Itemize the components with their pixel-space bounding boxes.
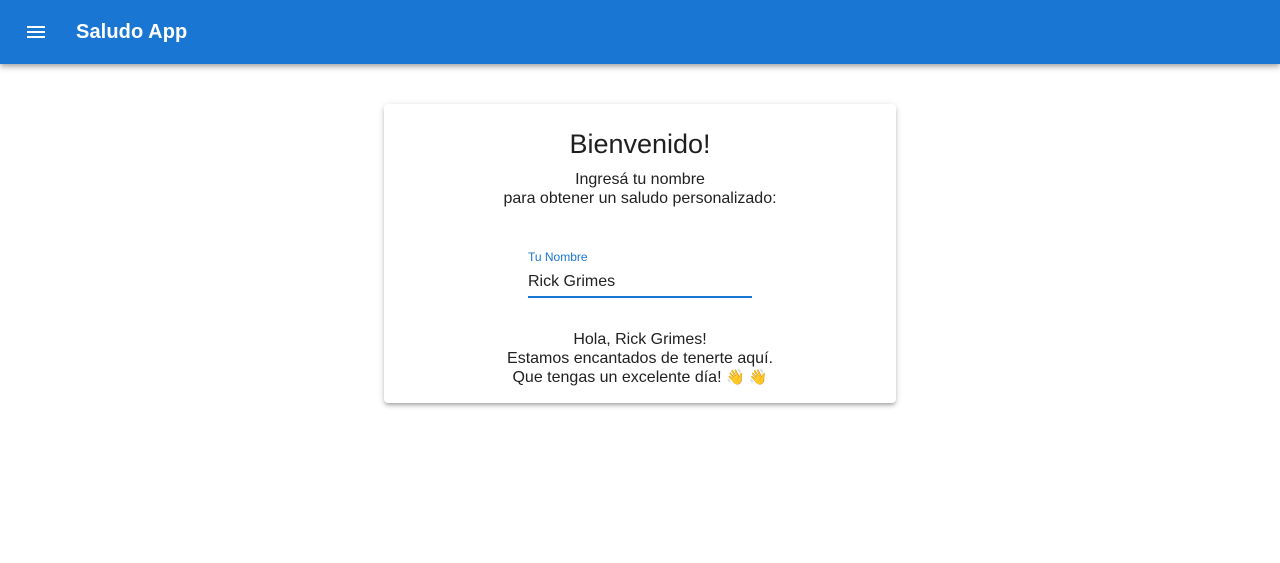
menu-button[interactable] <box>12 8 60 56</box>
greeting-message: Hola, Rick Grimes! Estamos encantados de… <box>384 330 896 387</box>
greeting-line-3: Que tengas un excelente día! <box>512 369 722 386</box>
subtitle-line-1: Ingresá tu nombre <box>575 171 705 188</box>
app-title: Saludo App <box>76 20 188 43</box>
name-input[interactable] <box>528 270 752 294</box>
name-field-underline <box>528 296 752 298</box>
greeting-line-1: Hola, Rick Grimes! <box>573 331 707 348</box>
waving-hand-icon: 👋 👋 <box>725 369 768 386</box>
subtitle-line-2: para obtener un saludo personalizado: <box>503 190 777 207</box>
menu-icon <box>27 26 45 38</box>
name-field-label: Tu Nombre <box>528 250 588 264</box>
greeting-line-2: Estamos encantados de tenerte aquí. <box>507 350 773 367</box>
greeting-card: Bienvenido! Ingresá tu nombre para obten… <box>384 104 896 403</box>
card-subtitle: Ingresá tu nombre para obtener un saludo… <box>384 170 896 208</box>
top-app-bar: Saludo App <box>0 0 1280 64</box>
name-field[interactable]: Tu Nombre <box>528 250 752 298</box>
greeting-line-3-row: Que tengas un excelente día! 👋 👋 <box>384 368 896 387</box>
card-title: Bienvenido! <box>569 129 711 159</box>
